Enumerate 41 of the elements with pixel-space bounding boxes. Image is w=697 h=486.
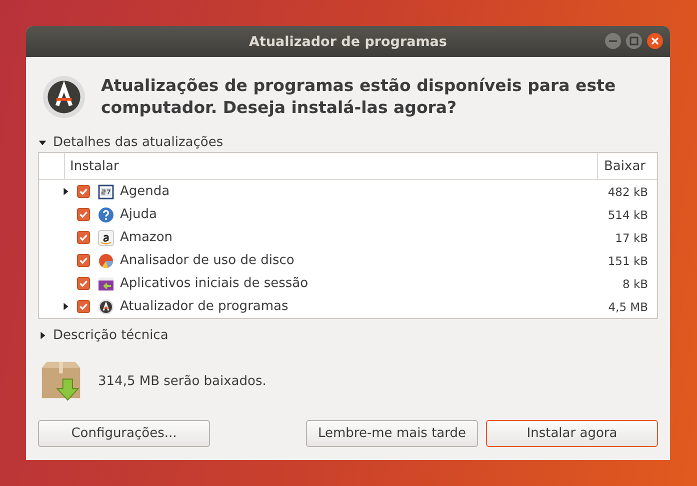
package-name: Atualizador de programas — [120, 299, 290, 314]
collapsed-arrow-icon[interactable] — [61, 302, 70, 311]
amazon-icon — [98, 230, 114, 246]
expanded-arrow-icon[interactable] — [38, 138, 47, 146]
dialog-button[interactable]: Configurações... — [38, 420, 210, 447]
download-size: 4,5 MB — [608, 300, 648, 314]
updater-logo-icon — [41, 74, 87, 120]
dialog-button[interactable]: Instalar agora — [486, 420, 658, 447]
help-icon — [98, 206, 114, 222]
package-name: Ajuda — [120, 207, 158, 222]
collapsed-arrow-icon[interactable] — [38, 330, 47, 340]
package-name: Aplicativos iniciais de sessão — [120, 276, 310, 291]
minimize-icon[interactable] — [604, 32, 622, 50]
package-name: Analisador de uso de disco — [120, 253, 296, 268]
checkbox[interactable] — [77, 231, 90, 244]
download-summary: 314,5 MB serão baixados. — [98, 374, 266, 388]
download-size: 482 kB — [608, 184, 648, 198]
column-header[interactable]: Instalar — [65, 153, 598, 179]
download-size: 514 kB — [608, 208, 648, 222]
dialog-heading: Atualizações de programas estão disponíveis para este computador. Deseja instalá-las agora? — [101, 75, 617, 119]
expander-label[interactable]: Detalhes das atualizações — [53, 134, 224, 150]
collapsed-arrow-icon[interactable] — [61, 187, 70, 196]
close-icon[interactable] — [646, 32, 664, 50]
checkbox[interactable] — [77, 254, 90, 267]
dialog-button[interactable]: Lembre-me mais tarde — [306, 420, 478, 447]
checkbox[interactable] — [77, 300, 90, 313]
expander-label[interactable]: Descrição técnica — [53, 328, 168, 342]
calendar-icon — [98, 184, 114, 200]
checkbox[interactable] — [77, 185, 90, 198]
column-header[interactable]: Baixar — [598, 153, 657, 179]
download-size: 8 kB — [622, 276, 648, 290]
checkbox[interactable] — [77, 277, 90, 290]
download-size: 17 kB — [615, 230, 648, 244]
package-name: Agenda — [120, 184, 171, 199]
updater-icon — [98, 298, 114, 314]
pie-chart-icon — [98, 252, 114, 268]
package-name: Amazon — [120, 230, 174, 245]
download-size: 151 kB — [608, 254, 648, 268]
checkbox[interactable] — [77, 208, 90, 221]
window-title: Atualizador de programas — [249, 34, 447, 50]
startup-apps-icon — [98, 276, 114, 292]
